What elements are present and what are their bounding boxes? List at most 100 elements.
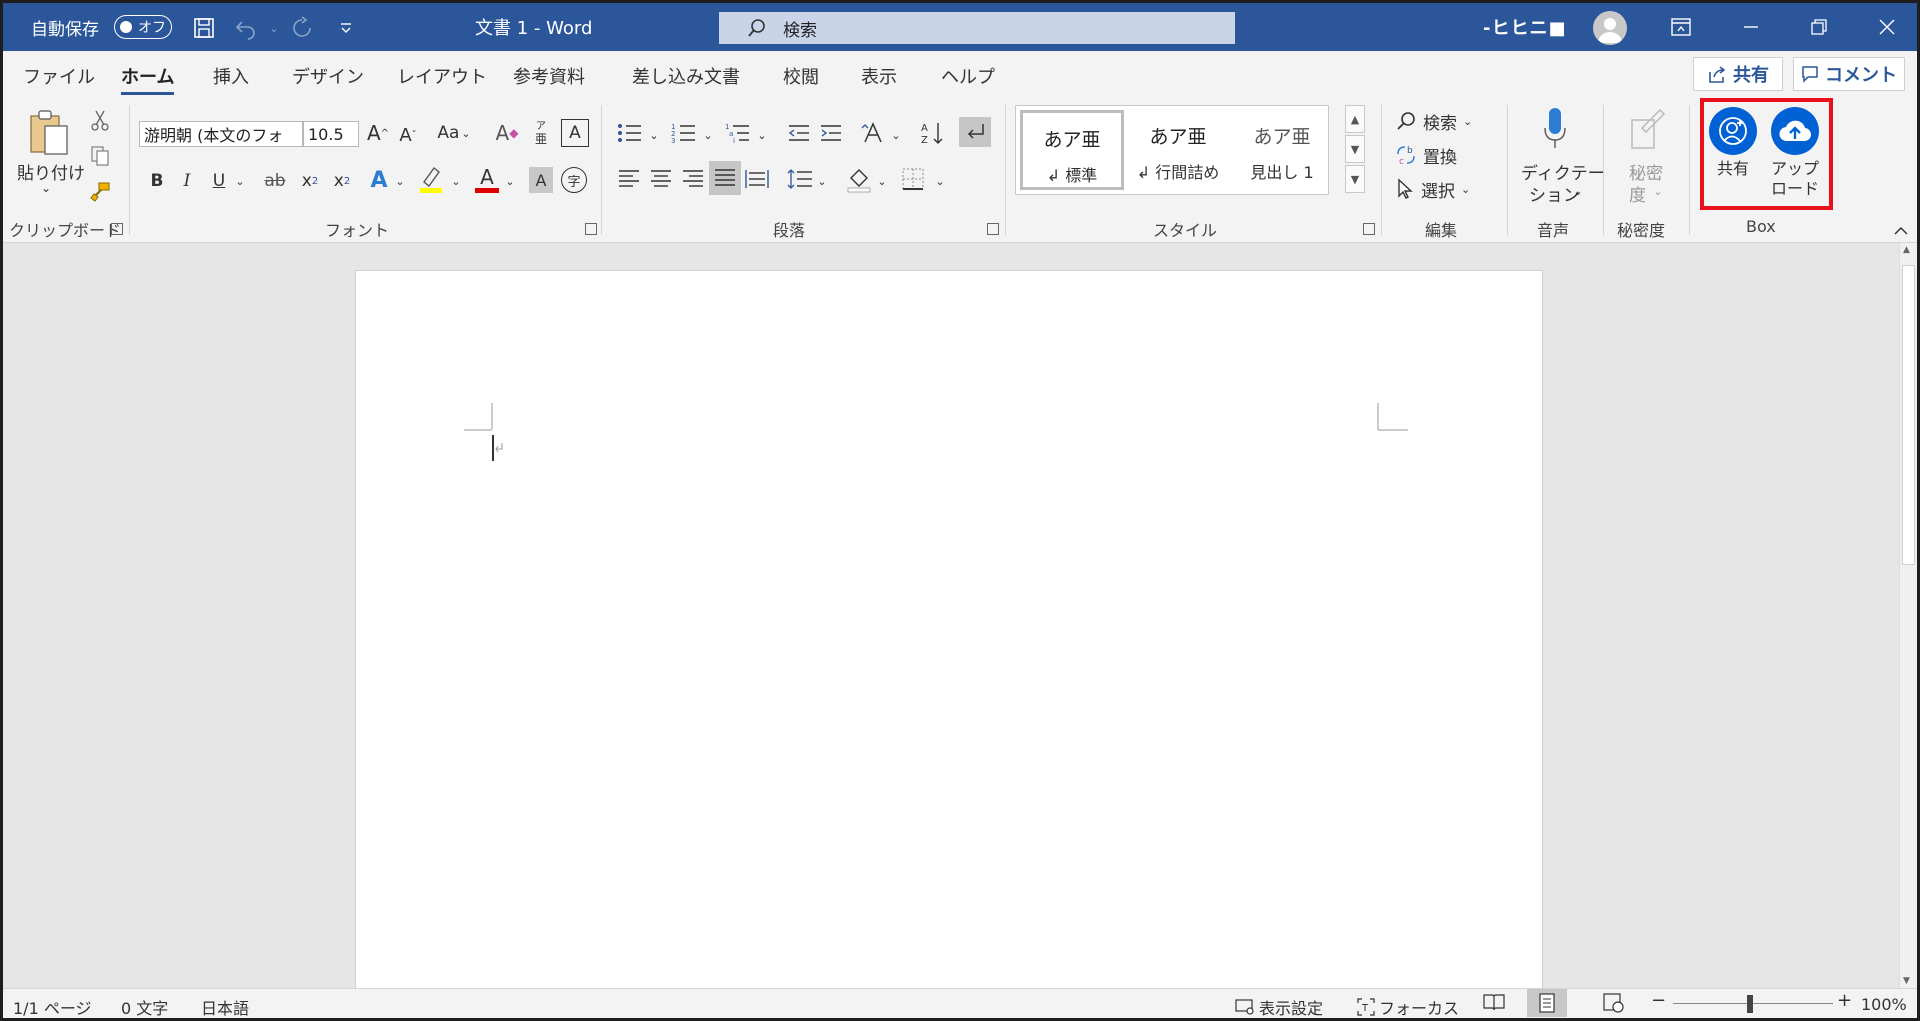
shading-dropdown-icon[interactable]: ⌄ [875,171,889,191]
align-center-icon[interactable] [647,165,675,193]
tab-help[interactable]: ヘルプ [941,63,995,89]
underline-icon[interactable]: U [207,167,231,195]
strikethrough-icon[interactable]: ab [261,167,289,195]
multilevel-list-icon[interactable]: 1ai [723,119,753,147]
justify-icon[interactable] [709,161,741,195]
select-button[interactable]: 選択 ⌄ [1395,175,1495,203]
sensitivity-dropdown-icon[interactable]: ⌄ [1651,183,1665,199]
share-button[interactable]: 共有 [1693,57,1783,91]
underline-dropdown-icon[interactable]: ⌄ [233,171,247,191]
styles-scroll-up-icon[interactable]: ▲ [1345,105,1365,133]
font-name-combo[interactable]: 游明朝 (本文のフォ [139,121,303,147]
page-count[interactable]: 1/1 ページ [13,995,92,1018]
distributed-icon[interactable] [743,165,771,193]
undo-dropdown-icon[interactable]: ⌄ [261,15,287,41]
character-shading-icon[interactable]: A [529,167,553,193]
asian-layout-icon[interactable] [859,119,889,147]
user-name[interactable]: -ヒヒニ■ [1483,3,1566,51]
find-button[interactable]: 検索 ⌄ [1395,107,1495,135]
scroll-down-icon[interactable]: ▼ [1903,976,1910,986]
scrollbar-thumb[interactable] [1902,265,1915,565]
highlight-dropdown-icon[interactable]: ⌄ [449,171,463,191]
asian-layout-dropdown-icon[interactable]: ⌄ [889,125,903,145]
zoom-in-icon[interactable]: + [1837,990,1852,1011]
font-color-icon[interactable]: A [473,163,501,195]
font-color-dropdown-icon[interactable]: ⌄ [503,171,517,191]
line-spacing-icon[interactable] [785,165,815,193]
align-right-icon[interactable] [679,165,707,193]
character-border-icon[interactable]: A [561,119,589,147]
borders-icon[interactable] [899,165,927,193]
tab-review[interactable]: 校閲 [783,63,819,89]
focus-button[interactable]: T フォーカス [1357,995,1459,1018]
text-effects-icon[interactable]: A [365,165,393,195]
numbering-dropdown-icon[interactable]: ⌄ [701,125,715,145]
paragraph-launcher-icon[interactable] [987,223,999,235]
zoom-slider-thumb[interactable] [1747,995,1753,1013]
format-painter-icon[interactable] [87,179,113,205]
ribbon-display-icon[interactable] [1653,3,1709,51]
tab-view[interactable]: 表示 [861,63,897,89]
grow-font-icon[interactable]: A ^ [365,119,391,147]
decrease-indent-icon[interactable] [785,119,813,147]
superscript-icon[interactable]: x2 [329,167,355,195]
shading-icon[interactable] [845,163,873,195]
avatar[interactable] [1593,11,1627,45]
style-heading-1[interactable]: あア亜 見出し 1 [1230,110,1334,190]
sort-icon[interactable]: AZ [919,119,947,147]
enclose-characters-icon[interactable]: 字 [561,167,587,193]
tab-mailings[interactable]: 差し込み文書 [632,63,740,89]
scroll-up-icon[interactable]: ▲ [1903,245,1910,255]
shrink-font-icon[interactable]: Aˇ [395,121,421,149]
minimize-icon[interactable] [1723,3,1779,51]
dictate-dropdown-icon[interactable]: ⌄ [1571,183,1585,199]
styles-scroll-down-icon[interactable]: ▼ [1345,135,1365,163]
zoom-level[interactable]: 100% [1861,995,1907,1014]
borders-dropdown-icon[interactable]: ⌄ [933,171,947,191]
save-icon[interactable] [191,15,217,41]
tab-references[interactable]: 参考資料 [513,63,585,89]
style-normal[interactable]: あア亜 ↲ 標準 [1020,110,1124,190]
subscript-icon[interactable]: x2 [297,167,323,195]
tab-insert[interactable]: 挿入 [213,63,249,89]
collapse-ribbon-icon[interactable] [1893,223,1909,239]
redo-icon[interactable] [289,15,315,41]
comments-button[interactable]: コメント [1793,57,1905,91]
cut-icon[interactable] [87,107,113,133]
text-effects-dropdown-icon[interactable]: ⌄ [393,171,407,191]
close-icon[interactable] [1859,3,1915,51]
customize-qat-icon[interactable] [333,15,359,41]
line-spacing-dropdown-icon[interactable]: ⌄ [815,171,829,191]
clipboard-launcher-icon[interactable] [111,223,123,235]
font-size-combo[interactable]: 10.5 [303,121,359,147]
show-formatting-marks-icon[interactable] [959,117,991,147]
clear-formatting-icon[interactable]: A ◆ [493,119,521,147]
replace-button[interactable]: bc 置換 [1395,141,1495,169]
increase-indent-icon[interactable] [817,119,845,147]
bullets-dropdown-icon[interactable]: ⌄ [647,125,661,145]
undo-icon[interactable] [233,15,259,41]
paste-icon[interactable] [21,107,77,157]
numbering-icon[interactable]: 123 [669,119,699,147]
zoom-slider[interactable] [1673,1003,1833,1004]
bold-icon[interactable]: B [145,167,169,195]
sensitivity-label-2[interactable]: 度 [1629,181,1646,206]
document-page[interactable] [355,270,1543,1000]
search-input[interactable]: 検索 [719,12,1235,44]
phonetic-guide-icon[interactable]: ア亜 [527,119,555,147]
styles-more-icon[interactable]: ▼ [1345,165,1365,193]
bullets-icon[interactable] [615,119,645,147]
read-mode-icon[interactable] [1483,993,1505,1015]
highlight-color-icon[interactable] [417,163,445,195]
tab-file[interactable]: ファイル [23,63,95,89]
display-settings-button[interactable]: 表示設定 [1235,995,1323,1018]
vertical-scrollbar[interactable]: ▲ ▼ [1899,243,1917,988]
tab-design[interactable]: デザイン [292,63,364,89]
paste-dropdown-icon[interactable]: ⌄ [39,181,53,195]
change-case-button[interactable]: Aa ⌄ [435,119,473,147]
zoom-out-icon[interactable]: − [1651,990,1666,1011]
font-launcher-icon[interactable] [585,223,597,235]
copy-icon[interactable] [87,143,113,169]
align-left-icon[interactable] [615,165,643,193]
web-layout-icon[interactable] [1603,993,1625,1017]
